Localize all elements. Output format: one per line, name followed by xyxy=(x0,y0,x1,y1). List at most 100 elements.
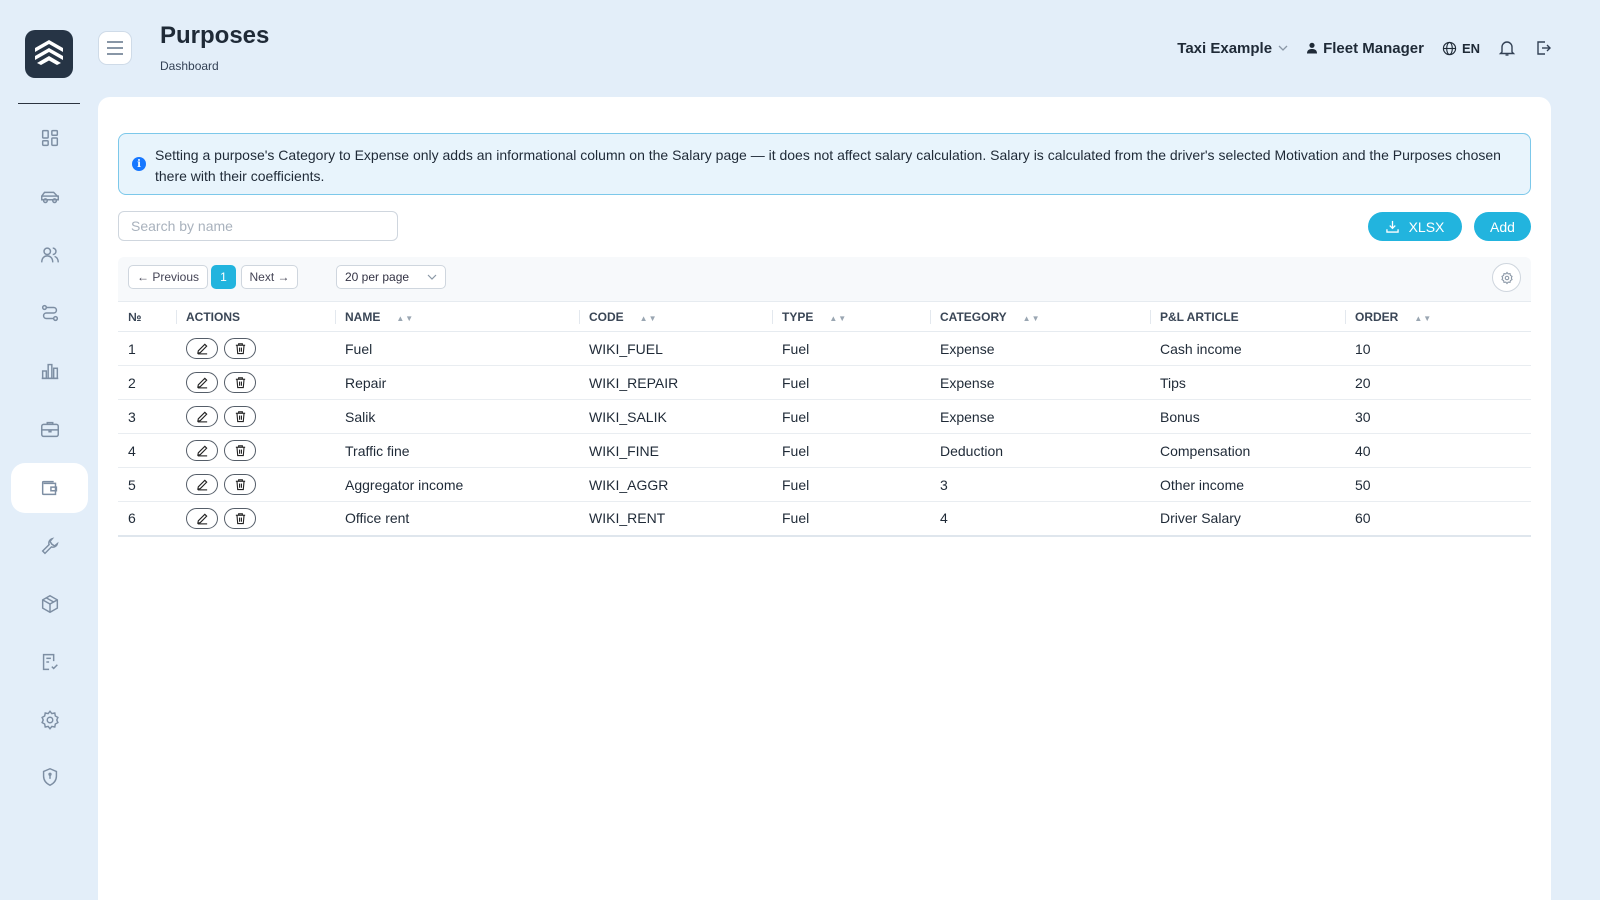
column-header-name[interactable]: Name ▲▼ xyxy=(335,301,579,332)
chevron-down-icon xyxy=(1278,45,1288,51)
sidebar-item-business[interactable] xyxy=(11,404,88,454)
pencil-icon xyxy=(196,411,207,423)
xlsx-label: XLSX xyxy=(1408,218,1445,235)
sidebar-item-security[interactable] xyxy=(11,752,88,802)
main-card: i Setting a purpose's Category to Expens… xyxy=(98,97,1551,900)
delete-button[interactable] xyxy=(224,507,256,529)
cell-actions xyxy=(176,399,335,434)
cell-order: 30 xyxy=(1345,399,1531,434)
cell-actions xyxy=(176,467,335,502)
cell-order: 40 xyxy=(1345,433,1531,468)
next-page-button[interactable]: Next → xyxy=(241,265,298,289)
delete-button[interactable] xyxy=(224,372,256,393)
sort-icon[interactable]: ▲▼ xyxy=(1023,314,1041,323)
sidebar-item-finance[interactable] xyxy=(11,463,88,513)
language-selector[interactable]: EN xyxy=(1442,41,1480,56)
column-header-code[interactable]: Code ▲▼ xyxy=(579,301,772,332)
pencil-icon xyxy=(196,377,207,389)
cell-type: Fuel xyxy=(772,501,930,537)
chart-icon xyxy=(41,363,58,380)
info-text: Setting a purpose's Category to Expense … xyxy=(155,147,1501,184)
bell-icon xyxy=(1498,41,1516,56)
per-page-select[interactable]: 20 per page xyxy=(336,265,446,289)
cell-name: Salik xyxy=(335,399,579,434)
info-icon: i xyxy=(132,157,146,171)
sidebar-item-inspections[interactable] xyxy=(11,637,88,687)
logout-icon xyxy=(1537,41,1551,55)
sidebar-item-reports[interactable] xyxy=(11,346,88,396)
trash-icon xyxy=(235,513,245,524)
sidebar-item-routes[interactable] xyxy=(11,288,88,338)
delete-button[interactable] xyxy=(224,474,256,495)
sidebar-item-settings[interactable] xyxy=(11,695,88,745)
cell-type: Fuel xyxy=(772,365,930,400)
table-row: 1 Fuel WIKI_FUEL Fuel Expense Cash incom… xyxy=(118,331,1531,366)
menu-toggle-button[interactable] xyxy=(98,31,132,65)
user-name: Fleet Manager xyxy=(1323,39,1424,57)
cell-type: Fuel xyxy=(772,399,930,434)
cell-number: 1 xyxy=(118,331,176,366)
add-button[interactable]: Add xyxy=(1474,212,1531,241)
table-row: 6 Office rent WIKI_RENT Fuel 4 Driver Sa… xyxy=(118,501,1531,537)
edit-button[interactable] xyxy=(186,474,218,495)
cell-order: 10 xyxy=(1345,331,1531,366)
sort-icon[interactable]: ▲▼ xyxy=(1414,314,1432,323)
cell-number: 4 xyxy=(118,433,176,468)
sidebar-item-maintenance[interactable] xyxy=(11,521,88,571)
breadcrumb[interactable]: Dashboard xyxy=(160,59,219,73)
table-row: 4 Traffic fine WIKI_FINE Fuel Deduction … xyxy=(118,433,1531,468)
wallet-icon xyxy=(41,480,57,496)
sidebar-item-inventory[interactable] xyxy=(11,579,88,629)
sidebar-item-drivers[interactable] xyxy=(11,230,88,280)
search-input[interactable] xyxy=(118,211,398,241)
page-number-current[interactable]: 1 xyxy=(211,265,236,289)
delete-button[interactable] xyxy=(224,338,256,359)
shield-icon xyxy=(42,767,57,787)
cell-code: WIKI_REPAIR xyxy=(579,365,772,400)
edit-button[interactable] xyxy=(186,507,218,529)
pencil-icon xyxy=(196,445,207,457)
user-menu[interactable]: Fleet Manager xyxy=(1306,40,1424,57)
column-header-number: № xyxy=(118,301,176,332)
table-row: 2 Repair WIKI_REPAIR Fuel Expense Tips 2… xyxy=(118,365,1531,400)
pencil-icon xyxy=(196,479,207,491)
export-xlsx-button[interactable]: XLSX xyxy=(1368,212,1462,241)
edit-button[interactable] xyxy=(186,338,218,359)
page-title: Purposes xyxy=(160,22,270,49)
edit-button[interactable] xyxy=(186,406,218,427)
column-header-order[interactable]: Order ▲▼ xyxy=(1345,301,1531,332)
edit-button[interactable] xyxy=(186,440,218,461)
cell-type: Fuel xyxy=(772,467,930,502)
cell-category: 3 xyxy=(930,467,1150,502)
sort-icon[interactable]: ▲▼ xyxy=(396,314,414,323)
table-settings-button[interactable] xyxy=(1492,263,1521,292)
purposes-table: № Actions Name ▲▼ Code ▲▼ Type ▲▼ Category ▲… xyxy=(118,301,1531,537)
notifications-button[interactable] xyxy=(1498,39,1516,57)
edit-button[interactable] xyxy=(186,372,218,393)
logout-button[interactable] xyxy=(1534,39,1552,57)
cell-code: WIKI_RENT xyxy=(579,501,772,537)
users-icon xyxy=(40,247,59,263)
user-icon xyxy=(1307,42,1318,54)
cell-code: WIKI_AGGR xyxy=(579,467,772,502)
sidebar-item-vehicles[interactable] xyxy=(11,172,88,222)
app-logo[interactable] xyxy=(25,30,73,78)
cell-name: Traffic fine xyxy=(335,433,579,468)
previous-page-button[interactable]: ← Previous xyxy=(128,265,208,289)
delete-button[interactable] xyxy=(224,440,256,461)
column-header-type[interactable]: Type ▲▼ xyxy=(772,301,930,332)
company-selector[interactable]: Taxi Example xyxy=(1177,40,1288,57)
delete-button[interactable] xyxy=(224,406,256,427)
per-page-value: 20 per page xyxy=(345,270,410,284)
sort-icon[interactable]: ▲▼ xyxy=(829,314,847,323)
dashboard-icon xyxy=(41,129,58,147)
sort-icon[interactable]: ▲▼ xyxy=(640,314,658,323)
company-name: Taxi Example xyxy=(1177,39,1273,57)
column-header-pl-article: P&L Article xyxy=(1150,301,1345,332)
info-alert: i Setting a purpose's Category to Expens… xyxy=(118,133,1531,195)
cell-category: Expense xyxy=(930,365,1150,400)
globe-icon xyxy=(1442,41,1457,55)
column-header-category[interactable]: Category ▲▼ xyxy=(930,301,1150,332)
briefcase-icon xyxy=(40,421,59,438)
sidebar-item-dashboard[interactable] xyxy=(11,113,88,163)
